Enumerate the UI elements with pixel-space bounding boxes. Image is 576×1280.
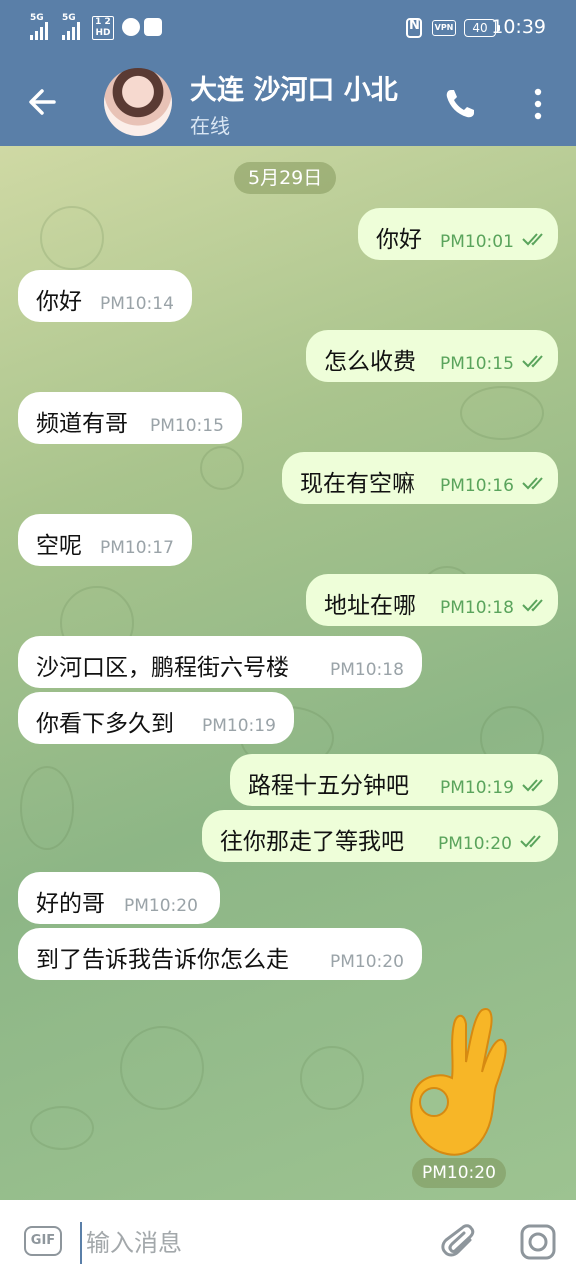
avatar[interactable] (104, 68, 172, 136)
message-text: 到了告诉我告诉你怎么走 (36, 947, 289, 973)
message-bubble-outgoing[interactable]: 怎么收费 PM10:15 (306, 330, 558, 382)
message-bubble-incoming[interactable]: 频道有哥 PM10:15 (18, 392, 242, 444)
back-arrow-icon[interactable] (24, 82, 64, 122)
message-bubble-outgoing[interactable]: 你好 PM10:01 (358, 208, 558, 260)
chat-area[interactable]: 5月29日 你好 PM10:01 你好 PM10:14 怎么收费 PM10:15… (0, 146, 576, 1200)
contact-name[interactable]: 大连 沙河口 小北 (190, 68, 398, 107)
ok-hand-emoji-icon[interactable] (400, 1002, 510, 1162)
double-check-icon (520, 835, 541, 848)
more-menu-icon[interactable] (528, 86, 548, 122)
message-time: PM10:19 (202, 716, 276, 736)
message-bubble-outgoing[interactable]: 现在有空嘛 PM10:16 (282, 452, 558, 504)
status-time: 10:39 (491, 16, 546, 38)
message-text: 地址在哪 (324, 593, 416, 619)
hd-icon: 1 2 HD (92, 16, 114, 40)
message-bubble-outgoing[interactable]: 往你那走了等我吧 PM10:20 (202, 810, 558, 862)
message-bubble-outgoing[interactable]: 地址在哪 PM10:18 (306, 574, 558, 626)
message-text: 你好 (36, 289, 82, 315)
message-time: PM10:19 (440, 778, 514, 798)
top-bar: 5G 5G 1 2 HD VPN 40 10:39 大连 沙河口 小北 在线 (0, 0, 576, 146)
message-text: 沙河口区，鹏程街六号楼 (36, 655, 289, 681)
status-bar: 5G 5G 1 2 HD VPN 40 10:39 (0, 0, 576, 56)
double-check-icon (522, 779, 543, 792)
nfc-icon (406, 18, 422, 38)
message-text: 怎么收费 (324, 349, 416, 375)
message-time: PM10:14 (100, 294, 174, 314)
message-bubble-incoming[interactable]: 好的哥 PM10:20 (18, 872, 220, 924)
message-time: PM10:15 (150, 416, 224, 436)
message-text: 频道有哥 (36, 411, 128, 437)
camera-icon[interactable] (518, 1222, 558, 1262)
double-check-icon (522, 477, 543, 490)
vpn-icon: VPN (432, 20, 456, 36)
message-text: 现在有空嘛 (300, 471, 415, 497)
message-text: 你看下多久到 (36, 711, 174, 737)
message-text: 空呢 (36, 533, 82, 559)
shield-icon (144, 18, 162, 36)
date-chip: 5月29日 (234, 162, 337, 194)
message-time: PM10:20 (330, 952, 404, 972)
message-time: PM10:16 (440, 476, 514, 496)
message-time: PM10:17 (100, 538, 174, 558)
message-time: PM10:20 (438, 834, 512, 854)
message-input[interactable] (80, 1222, 428, 1264)
message-bubble-incoming[interactable]: 你看下多久到 PM10:19 (18, 692, 294, 744)
message-text: 往你那走了等我吧 (220, 829, 404, 855)
message-time: PM10:18 (440, 598, 514, 618)
message-time: PM10:20 (124, 896, 198, 916)
double-check-icon (522, 599, 543, 612)
double-check-icon (522, 355, 543, 368)
message-time: PM10:15 (440, 354, 514, 374)
message-text: 好的哥 (36, 891, 105, 917)
sticker-time: PM10:20 (412, 1158, 506, 1188)
message-bubble-outgoing[interactable]: 路程十五分钟吧 PM10:19 (230, 754, 558, 806)
paperclip-icon[interactable] (440, 1222, 480, 1262)
contact-status: 在线 (190, 114, 230, 138)
gif-button[interactable]: GIF (24, 1226, 62, 1256)
telegram-icon (122, 18, 140, 36)
message-text: 你好 (376, 227, 422, 253)
message-bubble-incoming[interactable]: 到了告诉我告诉你怎么走 PM10:20 (18, 928, 422, 980)
double-check-icon (522, 233, 543, 246)
message-text: 路程十五分钟吧 (248, 773, 409, 799)
message-time: PM10:18 (330, 660, 404, 680)
message-bubble-incoming[interactable]: 你好 PM10:14 (18, 270, 192, 322)
phone-icon[interactable] (442, 86, 478, 122)
message-bubble-incoming[interactable]: 沙河口区，鹏程街六号楼 PM10:18 (18, 636, 422, 688)
message-bubble-incoming[interactable]: 空呢 PM10:17 (18, 514, 192, 566)
message-time: PM10:01 (440, 232, 514, 252)
